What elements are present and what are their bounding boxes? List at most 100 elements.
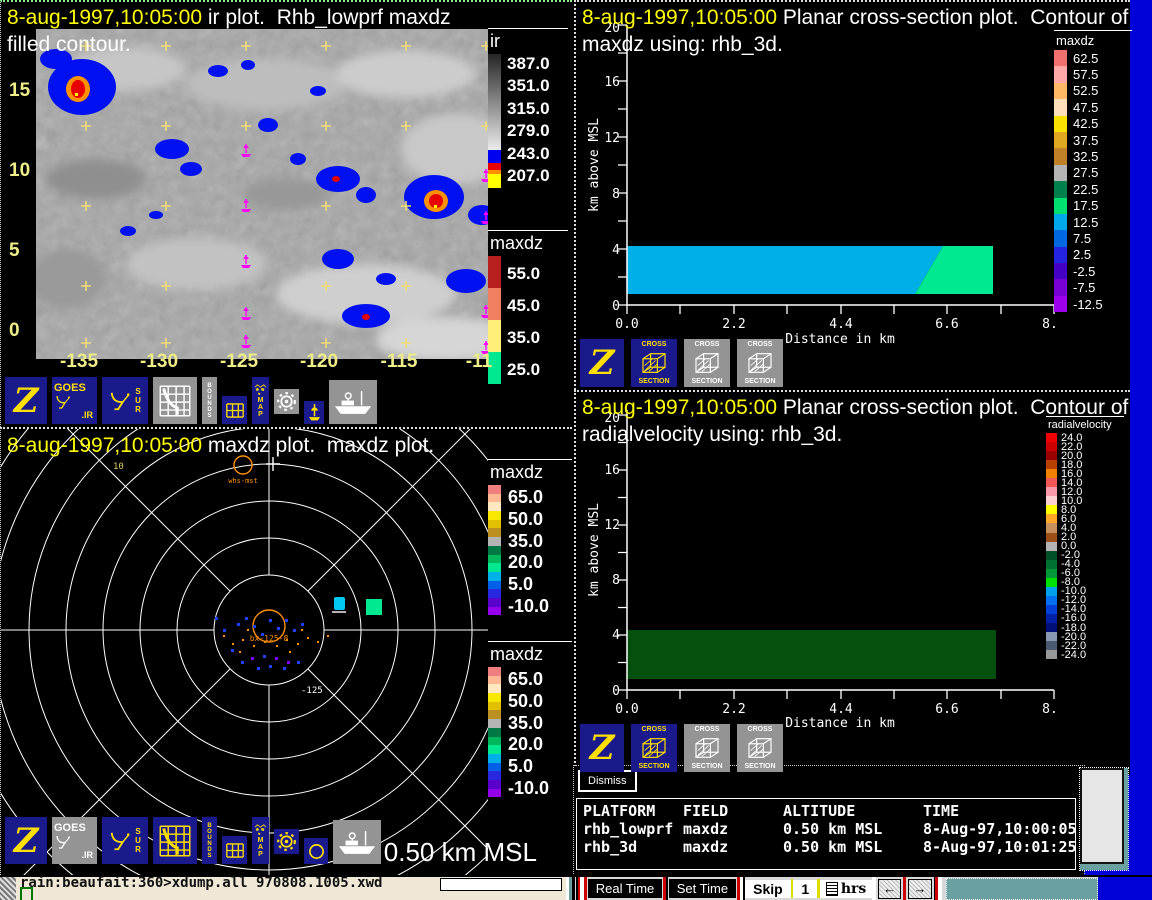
colorbar-swatch: [488, 554, 501, 564]
cell-altitude: 0.50 km MSL: [783, 838, 883, 856]
table-row: rhb_lowprf maxdz 0.50 km MSL 8-Aug-97,10…: [583, 820, 1077, 838]
colorbar-swatch: [1054, 164, 1067, 182]
zebra-logo-button[interactable]: Z: [5, 377, 47, 424]
colorbar-swatch: [488, 571, 501, 581]
colorbar-value: 50.0: [508, 508, 544, 529]
zebra-z-icon: Z: [589, 343, 615, 383]
ship-button[interactable]: [333, 820, 381, 864]
gear-button[interactable]: [274, 829, 299, 854]
colorbar-entry: 2.0: [1046, 531, 1124, 543]
colorbar-swatch: [1054, 295, 1067, 313]
taskbar-teal-region: [945, 877, 1099, 900]
real-time-button[interactable]: Real Time: [587, 879, 663, 898]
colorbar-value: -12.5: [1073, 296, 1103, 312]
surveillance-button[interactable]: SUR: [102, 817, 148, 864]
colorbar-value: 65.0: [508, 487, 544, 507]
ship-button[interactable]: [329, 380, 377, 424]
colorbar-entry: -12.5: [1054, 295, 1132, 313]
colorbar-value: 35.0: [507, 328, 541, 347]
circle-button[interactable]: [304, 838, 328, 864]
svg-text:8: 8: [612, 573, 620, 588]
axis-tick-label: -135: [59, 351, 99, 372]
skip-value-field[interactable]: 1: [793, 879, 818, 898]
divider-bars: [566, 877, 576, 900]
skip-button[interactable]: Skip: [745, 879, 791, 898]
buoy-button[interactable]: [304, 401, 324, 424]
gear-button[interactable]: [274, 389, 299, 414]
terminal-inset-box: [440, 878, 562, 891]
cross-section-button[interactable]: CROSS SECTION: [737, 724, 783, 772]
grid-small-button[interactable]: [222, 836, 247, 864]
bounds-button[interactable]: BOUNDS: [202, 817, 217, 864]
cube-icon: [642, 353, 666, 373]
colorbar-entry: -4.0: [1046, 558, 1124, 570]
colorbar-swatch: [488, 701, 501, 711]
grid-radar-button[interactable]: [153, 377, 197, 424]
colorbar-value: 315.0: [507, 98, 550, 118]
terminal-command: rain:beaufait:360>xdump.all 970808.1005.…: [20, 875, 383, 891]
goes-ir-button[interactable]: GOES .IR: [52, 817, 97, 864]
grid-radar-button[interactable]: [153, 817, 197, 864]
grid-icon: [225, 842, 244, 858]
colorbar-value: 47.5: [1073, 99, 1099, 115]
cross-section-button[interactable]: CROSS SECTION: [684, 724, 730, 772]
colorbar-value: 7.5: [1073, 230, 1092, 246]
grid-small-button[interactable]: [222, 396, 247, 424]
ir-colorbar: ir 387.0 351.0 315.0 279.0 243.0 207.0: [488, 28, 568, 188]
hours-unit-control[interactable]: hrs: [819, 879, 873, 898]
xs1-title: 8-aug-1997,10:05:00 Planar cross-section…: [582, 6, 1129, 29]
colorbar-swatch: [1046, 469, 1057, 479]
surveillance-button[interactable]: SUR: [102, 377, 148, 424]
colorbar-title: maxdz: [1054, 30, 1132, 50]
colorbar-value: 35.0: [508, 530, 544, 551]
colorbar-entry: 12.5: [1054, 213, 1132, 231]
svg-text:8: 8: [612, 187, 620, 202]
colorbar-swatch: [1054, 131, 1067, 149]
cross-section-button-active[interactable]: CROSS SECTION: [631, 339, 677, 387]
bounds-button[interactable]: BOUNDS: [202, 377, 217, 424]
goes-ir-button[interactable]: GOES .IR: [52, 377, 97, 424]
scrollbar-panel[interactable]: [1079, 767, 1129, 871]
colorbar-swatch: [488, 779, 501, 789]
range-label: 10: [113, 462, 124, 472]
step-back-button[interactable]: ←: [877, 878, 902, 899]
map-button[interactable]: MAP: [252, 377, 269, 424]
axis-tick-label: 0: [9, 320, 20, 341]
window-maxdz-ppi: bx-125-8 whs-mst 10 -125 8-aug-1997,10:0…: [0, 427, 572, 875]
cross-section-button-active[interactable]: CROSS SECTION: [631, 724, 677, 772]
colorbar-value: 20.0: [508, 734, 544, 755]
colorbar-entry: 62.5: [1054, 50, 1132, 67]
colorbar-swatch: [1046, 496, 1057, 506]
cross-section-button[interactable]: CROSS SECTION: [737, 339, 783, 387]
colorbar-value: 27.5: [1073, 165, 1099, 181]
cross-section-button[interactable]: CROSS SECTION: [684, 339, 730, 387]
svg-text:2.2: 2.2: [722, 317, 745, 332]
colorbar-swatch: [1046, 577, 1057, 587]
zebra-logo-button[interactable]: Z: [580, 724, 624, 772]
cell-platform: rhb_3d: [583, 838, 638, 856]
map-button[interactable]: MAP: [252, 817, 269, 864]
zebra-logo-button[interactable]: Z: [5, 817, 47, 864]
colorbar-entry: 0.0: [1046, 540, 1124, 552]
ir-toolbar: Z GOES .IR SUR BOUNDS MAP: [5, 377, 377, 424]
zebra-logo-button[interactable]: Z: [580, 339, 624, 387]
colorbar-swatch: [488, 727, 501, 737]
cell-field: maxdz: [683, 838, 729, 856]
colorbar-entry: 22.5: [1054, 181, 1132, 198]
colorbar-swatch: [1046, 586, 1057, 596]
svg-text:6.6: 6.6: [935, 317, 958, 332]
set-time-button[interactable]: Set Time: [668, 879, 737, 898]
colorbar-swatch: [1046, 487, 1057, 497]
ir-x-axis-labels: -135 -130 -125 -120 -115 -11: [56, 351, 502, 373]
colorbar-entry: 32.5: [1054, 148, 1132, 165]
scrollbar-thumb[interactable]: [1080, 768, 1124, 864]
table-row: rhb_3d maxdz 0.50 km MSL 8-Aug-97,10:01:…: [583, 838, 1077, 856]
dismiss-button[interactable]: Dismiss: [578, 770, 637, 792]
step-forward-button[interactable]: →: [908, 878, 932, 899]
colorbar-swatch: [488, 288, 501, 320]
colorbar-swatch: [1054, 246, 1067, 264]
colorbar-swatch: [488, 256, 501, 288]
colorbar-value: 5.0: [508, 574, 534, 595]
colorbar-swatch: [1054, 181, 1067, 198]
terminal-strip[interactable]: rain:beaufait:360>xdump.all 970808.1005.…: [16, 875, 566, 900]
